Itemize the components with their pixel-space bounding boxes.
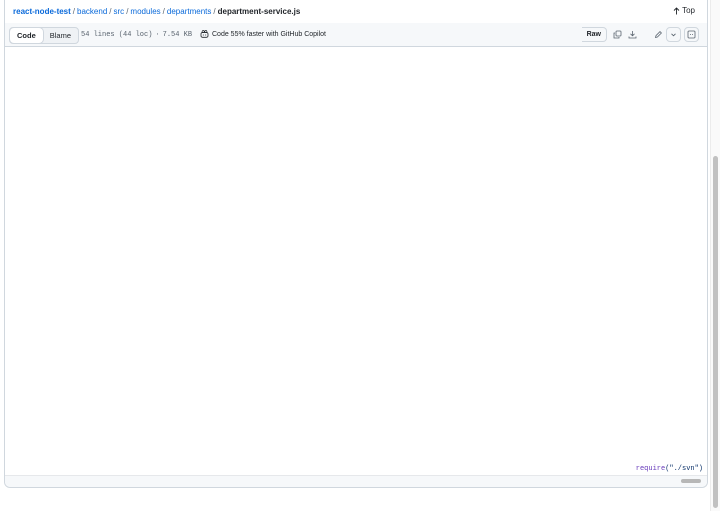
raw-button[interactable]: Raw xyxy=(581,27,607,42)
horizontal-scroll-thumb[interactable] xyxy=(681,479,701,483)
meta-separator: · xyxy=(155,31,160,39)
download-icon xyxy=(628,30,637,39)
download-button[interactable] xyxy=(625,27,640,42)
copy-raw-button[interactable] xyxy=(610,27,625,42)
code-string: ("./svn") xyxy=(665,465,703,473)
copilot-promo[interactable]: Code 55% faster with GitHub Copilot xyxy=(200,30,326,38)
copilot-text: Code 55% faster with GitHub Copilot xyxy=(212,30,326,38)
lines-info: 54 lines (44 loc) xyxy=(81,31,153,39)
symbols-panel-icon xyxy=(687,30,696,39)
pencil-icon xyxy=(654,30,663,39)
code-function: require xyxy=(635,465,666,473)
file-toolbar: Code Blame 54 lines (44 loc) · 7.54 KB Cod… xyxy=(5,23,707,47)
chevron-down-icon xyxy=(670,31,677,38)
edit-group xyxy=(651,27,681,42)
breadcrumb-repo-link[interactable]: react-node-test xyxy=(13,7,71,16)
breadcrumb-current-file: department-service.js xyxy=(217,7,301,16)
top-link-label: Top xyxy=(682,6,695,15)
copy-download-group xyxy=(610,27,640,42)
edit-button[interactable] xyxy=(651,27,666,42)
tab-blame[interactable]: Blame xyxy=(43,28,78,43)
breadcrumb-link-src[interactable]: src xyxy=(114,7,125,16)
raw-copy-download-group: Raw xyxy=(581,27,607,42)
horizontal-scrollbar[interactable] xyxy=(5,475,707,487)
arrow-up-icon xyxy=(673,6,680,15)
breadcrumb-link-backend[interactable]: backend xyxy=(77,7,107,16)
file-meta: 54 lines (44 loc) · 7.54 KB xyxy=(81,31,192,39)
code-view[interactable]: require("./svn") xyxy=(5,47,707,476)
top-link[interactable]: Top xyxy=(673,6,695,15)
file-viewer: react-node-test / backend / src / modules / depa… xyxy=(4,0,708,488)
vertical-scroll-thumb[interactable] xyxy=(713,156,718,508)
copilot-icon xyxy=(200,30,209,38)
breadcrumb: react-node-test / backend / src / modules / depa… xyxy=(13,6,300,17)
tab-code[interactable]: Code xyxy=(10,28,43,43)
file-size: 7.54 KB xyxy=(162,31,193,39)
code-line-fragment: require("./svn") xyxy=(636,465,703,473)
file-header: react-node-test / backend / src / modules / depa… xyxy=(5,0,707,24)
file-actions: Raw xyxy=(581,27,699,42)
vertical-scrollbar[interactable] xyxy=(710,0,720,511)
edit-dropdown-button[interactable] xyxy=(666,27,681,42)
copy-icon xyxy=(613,30,622,39)
view-mode-toggle: Code Blame xyxy=(9,27,80,44)
breadcrumb-link-modules[interactable]: modules xyxy=(130,7,160,16)
symbols-panel-button[interactable] xyxy=(684,27,699,42)
breadcrumb-link-departments[interactable]: departments xyxy=(167,7,211,16)
